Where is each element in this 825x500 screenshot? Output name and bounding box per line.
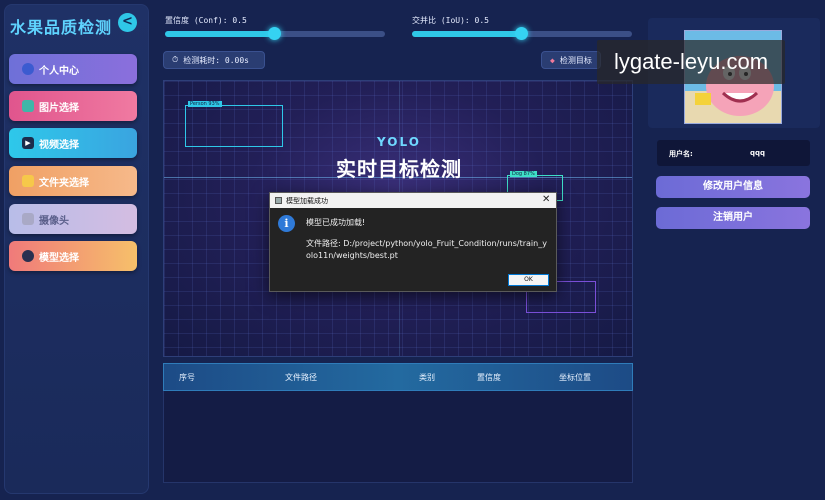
dialog-message: 模型已成功加载! <box>306 218 366 227</box>
iou-slider-knob[interactable] <box>515 27 528 40</box>
nav-label: 个人中心 <box>39 65 79 77</box>
folder-icon <box>22 175 34 187</box>
username-value: qqq <box>750 149 766 157</box>
results-table-header: 序号 文件路径 类别 置信度 坐标位置 <box>163 363 633 391</box>
results-table-body[interactable] <box>163 391 633 483</box>
username-label: 用户名: <box>669 150 693 158</box>
detection-target-selector[interactable]: ◆ 检测目标 <box>541 51 601 69</box>
username-row: 用户名: qqq <box>657 140 810 166</box>
dialog-file-path: 文件路径: D:/project/python/yolo_Fruit_Condi… <box>306 239 547 260</box>
camera-icon <box>22 213 34 225</box>
nav-folder-select-button[interactable]: 文件夹选择 <box>9 166 137 196</box>
collapse-sidebar-button[interactable]: < <box>118 13 137 32</box>
nav-video-select-button[interactable]: ▶ 视频选择 <box>9 128 137 158</box>
column-header: 序号 <box>179 373 195 382</box>
edit-user-button[interactable]: 修改用户信息 <box>656 176 810 198</box>
info-icon: i <box>278 215 295 232</box>
dialog-title: 模型加载成功 <box>286 197 328 205</box>
detection-time-display: ⏱ 检测耗时: 0.00s <box>163 51 265 69</box>
column-header: 坐标位置 <box>559 373 591 382</box>
nav-label: 模型选择 <box>39 252 79 264</box>
display-headline: 实时目标检测 <box>336 157 462 181</box>
conf-slider-fill <box>165 31 275 37</box>
nav-label: 视频选择 <box>39 139 79 151</box>
display-subtitle: YOLO <box>377 135 421 149</box>
nav-image-select-button[interactable]: 图片选择 <box>9 91 137 121</box>
app-icon <box>275 197 282 204</box>
close-icon[interactable]: ✕ <box>542 194 550 205</box>
video-icon: ▶ <box>22 137 34 149</box>
column-header: 置信度 <box>477 373 501 382</box>
nav-label: 图片选择 <box>39 102 79 114</box>
nav-label: 摄像头 <box>39 215 69 227</box>
conf-slider[interactable] <box>165 27 385 40</box>
detection-time-label: 检测耗时: 0.00s <box>183 55 249 65</box>
detection-target-label: 检测目标 <box>559 55 592 65</box>
nav-label: 文件夹选择 <box>39 177 89 189</box>
dialog-titlebar: 模型加载成功 ✕ <box>270 193 556 208</box>
timer-icon: ⏱ <box>172 55 179 64</box>
detection-tag: Person 93% <box>188 101 222 107</box>
ok-button[interactable]: OK <box>508 274 549 286</box>
iou-slider[interactable] <box>412 27 632 40</box>
target-icon: ◆ <box>550 55 555 65</box>
iou-slider-fill <box>412 31 522 37</box>
watermark: lygate-leyu.com <box>597 40 785 84</box>
app-title: 水果品质检测 <box>10 18 113 37</box>
conf-label: 置信度 (Conf): 0.5 <box>165 16 247 25</box>
model-loaded-dialog: 模型加载成功 ✕ i 模型已成功加载! 文件路径: D:/project/pyt… <box>269 192 557 292</box>
column-header: 文件路径 <box>285 373 317 382</box>
logout-button[interactable]: 注销用户 <box>656 207 810 229</box>
nav-personal-center-button[interactable]: 个人中心 <box>9 54 137 84</box>
user-icon <box>22 63 34 75</box>
model-icon <box>22 250 34 262</box>
nav-camera-button[interactable]: 摄像头 <box>9 204 137 234</box>
iou-label: 交并比 (IoU): 0.5 <box>412 16 489 25</box>
nav-model-select-button[interactable]: 模型选择 <box>9 241 137 271</box>
column-header: 类别 <box>419 373 435 382</box>
image-icon <box>22 100 34 112</box>
conf-slider-knob[interactable] <box>268 27 281 40</box>
